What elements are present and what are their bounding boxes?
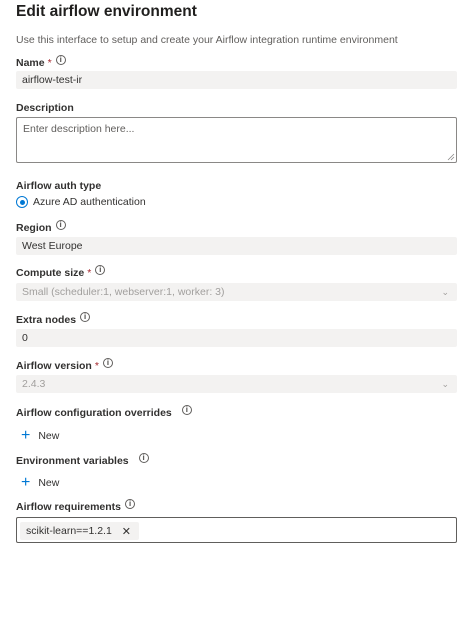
new-button-label: New [38,477,60,489]
required-marker: * [94,360,99,372]
description-textarea[interactable]: Enter description here... [16,117,457,163]
info-icon[interactable]: i [55,220,66,230]
name-label-text: Name [16,57,45,69]
info-icon[interactable]: i [138,453,149,463]
auth-radio-option[interactable]: Azure AD authentication [16,196,146,208]
config-overrides-label: Airflow configuration overrides i [16,405,192,419]
compute-size-label: Compute size * i [16,265,106,279]
description-placeholder: Enter description here... [23,123,135,135]
config-overrides-new-button[interactable]: + New [21,427,60,444]
compute-size-label-text: Compute size [16,267,85,279]
info-icon[interactable]: i [95,265,106,275]
auth-type-label: Airflow auth type [16,180,102,192]
extra-nodes-label-text: Extra nodes [16,314,77,326]
env-vars-new-button[interactable]: + New [21,474,60,491]
requirements-label-text: Airflow requirements [16,501,122,513]
name-label: Name * i [16,55,66,69]
plus-icon: + [21,474,31,491]
config-overrides-label-text: Airflow configuration overrides [16,407,172,419]
requirements-label: Airflow requirements i [16,499,136,513]
chevron-down-icon: ⌄ [441,379,449,389]
info-icon[interactable]: i [80,312,91,322]
info-icon[interactable]: i [55,55,66,65]
chevron-down-icon: ⌄ [441,287,449,297]
region-label-text: Region [16,222,52,234]
region-label: Region i [16,220,66,234]
extra-nodes-label: Extra nodes i [16,312,91,326]
requirements-tag-input[interactable]: scikit-learn==1.2.1 ✕ [16,517,457,543]
close-icon[interactable]: ✕ [122,525,131,538]
env-vars-label: Environment variables i [16,453,149,467]
page-title: Edit airflow environment [16,3,197,20]
auth-option-label: Azure AD authentication [33,196,146,208]
airflow-version-label-text: Airflow version [16,360,92,372]
description-label: Description [16,102,74,114]
required-marker: * [47,57,52,69]
new-button-label: New [38,430,60,442]
radio-selected-icon[interactable] [16,196,28,208]
resize-grip-icon[interactable] [447,153,455,161]
info-icon[interactable]: i [102,358,113,368]
info-icon[interactable]: i [125,499,136,509]
name-field[interactable]: airflow-test-ir [16,71,457,89]
page-subtitle: Use this interface to setup and create y… [16,34,398,46]
airflow-version-value: 2.4.3 [22,378,46,390]
requirement-tag: scikit-learn==1.2.1 ✕ [20,522,140,540]
extra-nodes-field[interactable]: 0 [16,329,457,347]
info-icon[interactable]: i [181,405,192,415]
compute-size-value: Small (scheduler:1, webserver:1, worker:… [22,286,225,298]
compute-size-dropdown[interactable]: Small (scheduler:1, webserver:1, worker:… [16,283,457,301]
env-vars-label-text: Environment variables [16,455,129,467]
required-marker: * [87,267,92,279]
airflow-version-label: Airflow version * i [16,358,113,372]
plus-icon: + [21,427,31,444]
region-field: West Europe [16,237,457,255]
requirement-tag-label: scikit-learn==1.2.1 [26,525,112,537]
airflow-version-dropdown[interactable]: 2.4.3 ⌄ [16,375,457,393]
